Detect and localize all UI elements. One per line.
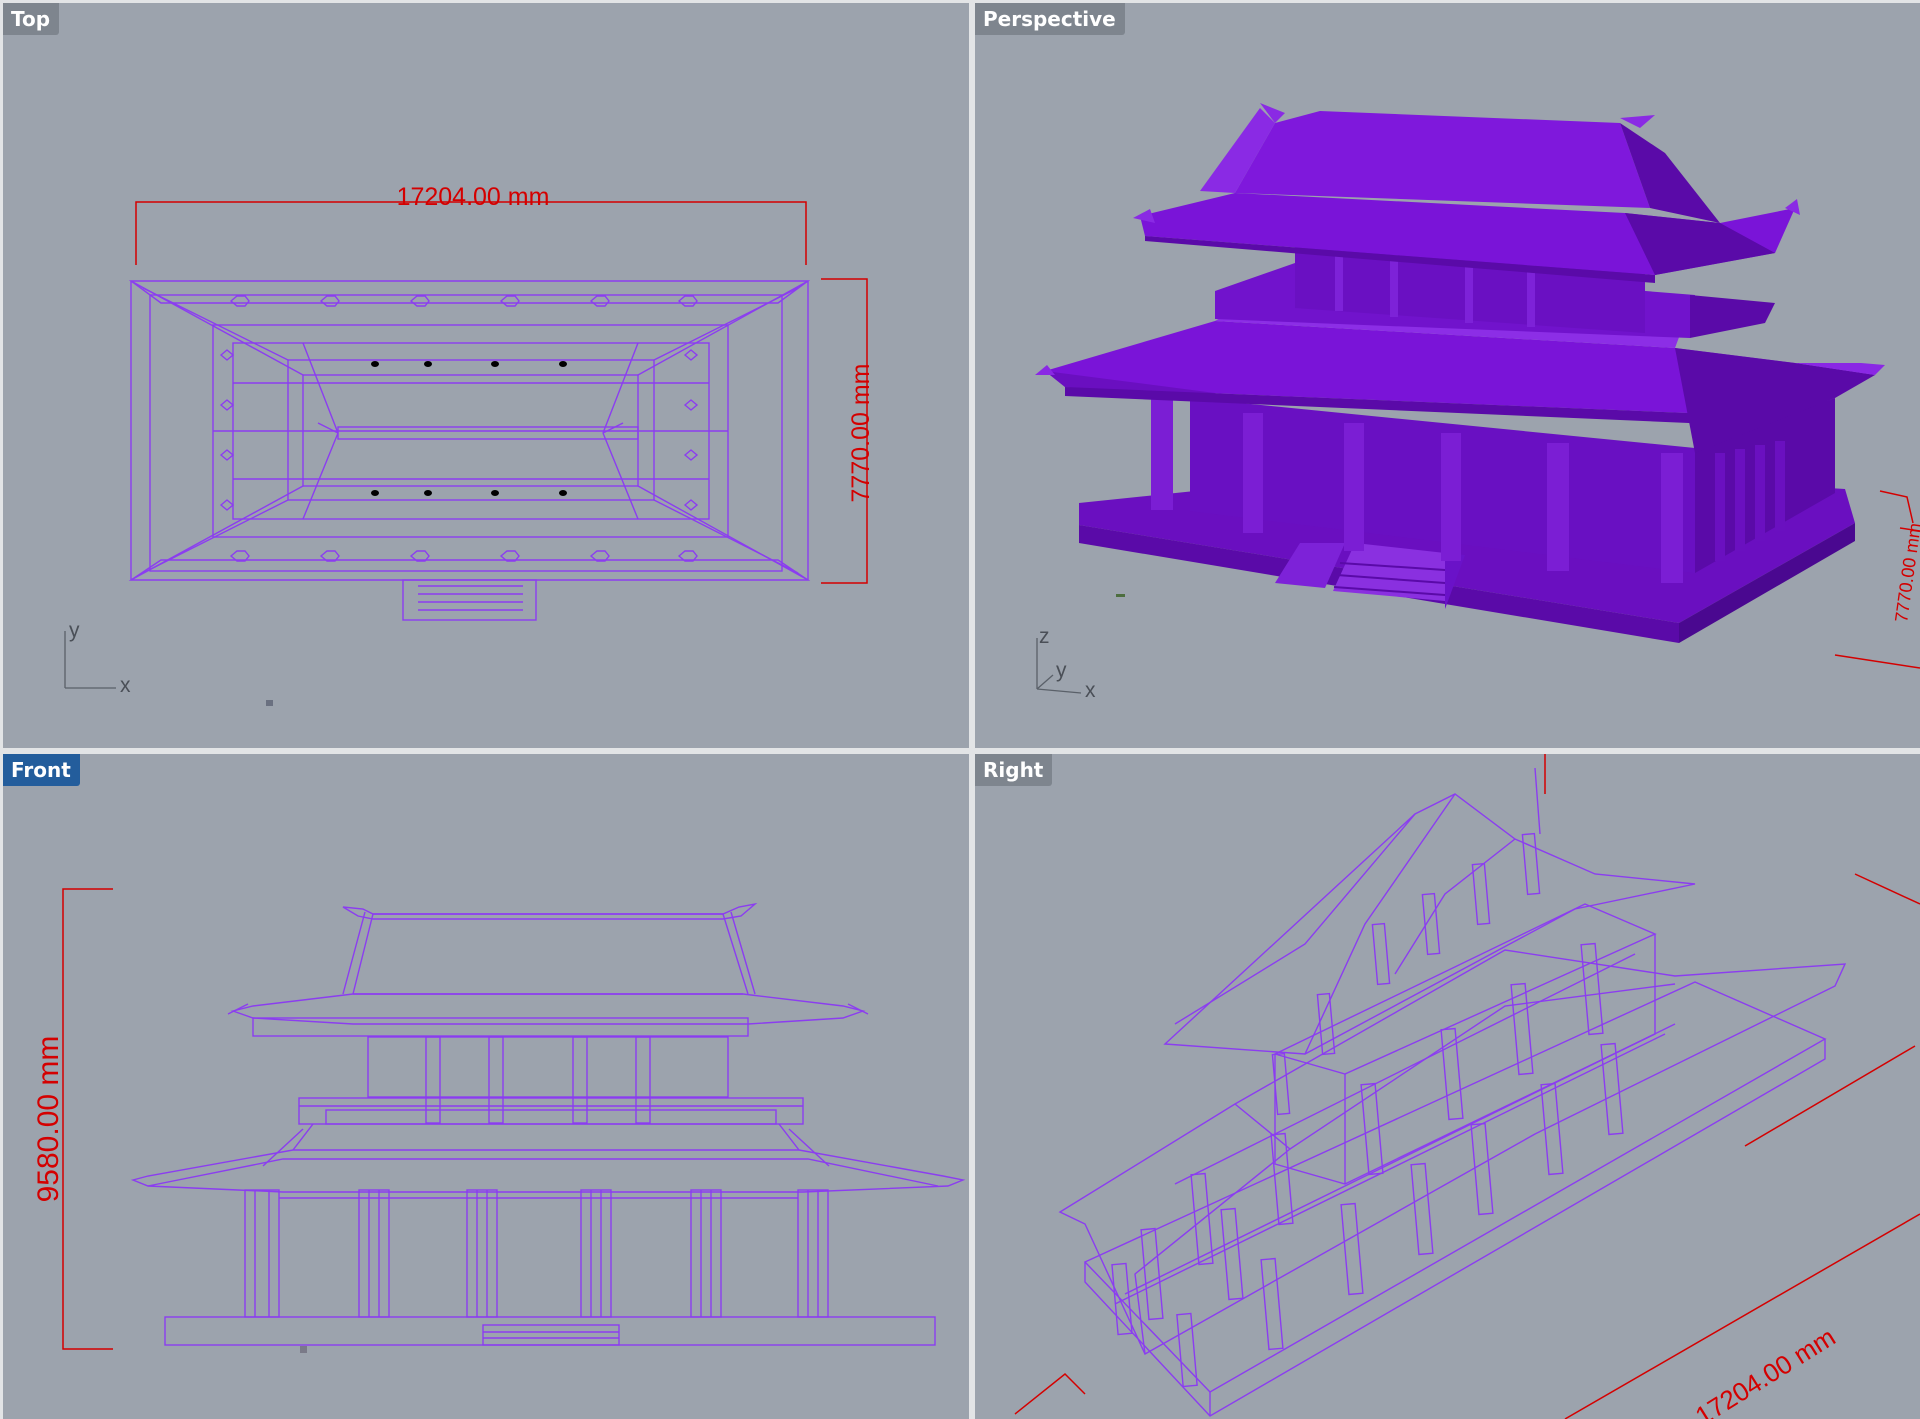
front-height-dimension-label: 9580.00 mm	[32, 1036, 65, 1203]
perspective-axis-y: y	[1056, 659, 1067, 682]
shaded-model	[1035, 103, 1885, 643]
top-width-dimension-label: 17204.00 mm	[397, 183, 550, 211]
front-wireframe-model	[130, 902, 966, 1346]
viewport-label-top[interactable]: Top	[3, 3, 60, 35]
top-wireframe-model	[128, 280, 811, 621]
perspective-axis-x: x	[1085, 679, 1096, 702]
front-dimension-lines	[62, 888, 113, 1350]
right-length-dimension-label: 17204.00 mm	[1690, 1322, 1841, 1419]
top-axis-x: x	[120, 674, 131, 697]
right-view-drawing: 17204.00 mm	[1014, 754, 1920, 1419]
top-depth-dimension-label: 7770.00 mm	[847, 364, 875, 503]
viewport-right[interactable]: Right 17204.00 mm	[975, 754, 1920, 1419]
perspective-dimension-label: 7770.00 mm	[1891, 522, 1920, 624]
perspective-shaded-drawing: 7770.00 mm z y x	[1035, 103, 1920, 702]
rhino-quad-viewports: Top 17204.00 mm 7770.00 mm y x Perspecti…	[0, 0, 1920, 1419]
viewport-top[interactable]: Top 17204.00 mm 7770.00 mm y x	[3, 3, 969, 748]
top-dimension-lines	[135, 201, 868, 584]
top-view-drawing: 17204.00 mm 7770.00 mm y x	[64, 183, 875, 706]
viewport-front[interactable]: Front 9580.00 mm	[3, 754, 969, 1419]
viewport-label-perspective[interactable]: Perspective	[975, 3, 1125, 35]
viewport-label-right[interactable]: Right	[975, 754, 1053, 786]
viewport-perspective[interactable]: Perspective 7770.00 mm z y x	[975, 3, 1920, 748]
viewport-label-front[interactable]: Front	[3, 754, 80, 786]
front-view-drawing: 9580.00 mm	[32, 888, 966, 1353]
perspective-axis-z: z	[1039, 625, 1050, 648]
top-small-marker	[266, 700, 273, 706]
top-axis-y: y	[69, 619, 80, 642]
front-small-marker	[300, 1346, 307, 1353]
right-wireframe-model	[1058, 767, 1847, 1417]
